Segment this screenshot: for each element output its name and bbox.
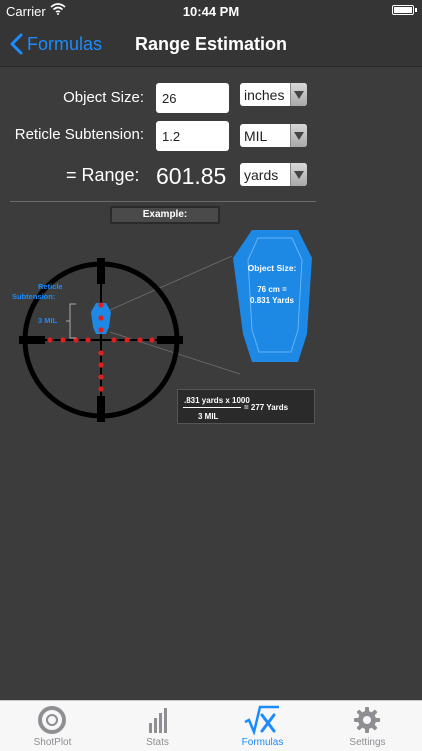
reticle-unit-value: MIL	[244, 127, 268, 144]
page-title: Range Estimation	[134, 34, 288, 54]
target-value-line1: 76 cm =	[257, 285, 287, 294]
tab-label: Formulas	[241, 737, 284, 748]
tab-label: Stats	[146, 737, 169, 748]
formula-denominator: 3 MIL	[198, 412, 219, 421]
tab-label: ShotPlot	[33, 737, 72, 748]
battery-tip	[415, 8, 417, 12]
shotplot-icon	[38, 706, 66, 734]
object-size-label: Object Size:	[63, 89, 144, 106]
reticle-subtension-input[interactable]: 1.2	[156, 121, 229, 151]
status-bar: Carrier 10:44 PM	[0, 0, 422, 22]
reticle-label-line2: Subtension:	[12, 292, 55, 301]
object-size-unit-value: inches	[244, 86, 285, 103]
object-size-unit-select[interactable]: inches	[240, 83, 307, 106]
dropdown-arrow-icon	[290, 163, 307, 186]
formula-result: = 277 Yards	[244, 403, 289, 412]
navigation-bar: Formulas Range Estimation	[0, 22, 422, 67]
tab-stats[interactable]: Stats	[105, 701, 210, 751]
post-right	[157, 336, 183, 344]
target-value-line2: 0.831 Yards	[250, 296, 294, 305]
range-label: = Range:	[66, 165, 140, 185]
reticle-unit-select[interactable]: MIL	[240, 124, 307, 147]
post-bottom	[97, 396, 105, 422]
example-badge: Example:	[110, 206, 220, 224]
connector-line	[109, 255, 233, 311]
section-divider	[10, 201, 316, 202]
mil-label: 3 MIL	[38, 316, 58, 325]
tab-shotplot[interactable]: ShotPlot	[0, 701, 105, 751]
formula-numerator: .831 yards x 1000	[184, 396, 250, 405]
reticle-label-line1: Reticle	[38, 282, 63, 291]
dropdown-arrow-icon	[290, 124, 307, 147]
stats-bars-icon	[149, 708, 167, 733]
tab-bar: ShotPlot Stats Formulas Settings	[0, 700, 422, 751]
tab-settings[interactable]: Settings	[315, 701, 420, 751]
sqrt-x-icon	[244, 705, 279, 735]
tab-formulas[interactable]: Formulas	[210, 701, 315, 751]
gear-icon	[354, 707, 380, 733]
target-title: Object Size:	[248, 263, 297, 273]
battery-icon	[392, 5, 414, 15]
range-unit-select[interactable]: yards	[240, 163, 307, 186]
range-value: 601.85	[156, 163, 227, 189]
formula-box: .831 yards x 1000 3 MIL = 277 Yards	[177, 389, 315, 424]
post-top	[97, 258, 105, 284]
post-left	[19, 336, 45, 344]
range-unit-value: yards	[244, 166, 279, 183]
subtension-bracket	[69, 303, 76, 339]
tab-label: Settings	[349, 737, 386, 748]
object-size-input[interactable]: 26	[156, 83, 229, 113]
reticle-subtension-label: Reticle Subtension:	[14, 126, 144, 143]
status-time: 10:44 PM	[182, 4, 240, 19]
dropdown-arrow-icon	[290, 83, 307, 106]
fraction-line	[183, 407, 241, 408]
